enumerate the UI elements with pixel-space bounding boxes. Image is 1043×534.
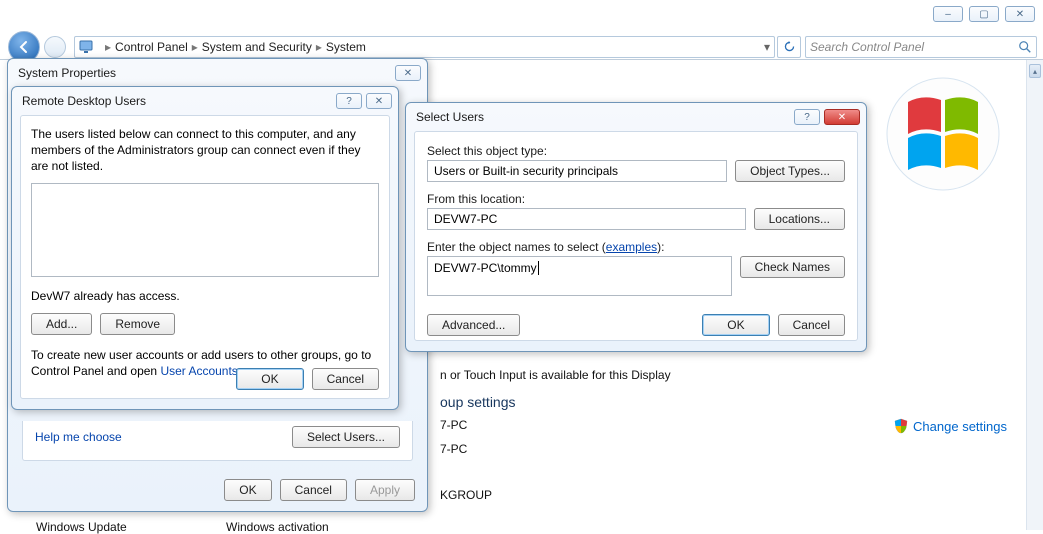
object-names-input[interactable]: DEVW7-PC\tommy — [427, 256, 732, 296]
check-names-button[interactable]: Check Names — [740, 256, 845, 278]
group-settings-heading: oup settings — [440, 394, 516, 410]
text-cursor — [538, 261, 539, 275]
titlebar[interactable]: Select Users ? ✕ — [406, 103, 866, 131]
select-users-dialog: Select Users ? ✕ Select this object type… — [405, 102, 867, 352]
locations-button[interactable]: Locations... — [754, 208, 845, 230]
close-icon[interactable]: ✕ — [366, 93, 392, 109]
change-settings-link[interactable]: Change settings — [893, 418, 1007, 434]
refresh-icon — [783, 40, 796, 53]
cancel-button[interactable]: Cancel — [778, 314, 845, 336]
user-accounts-link[interactable]: User Accounts — [160, 364, 237, 378]
close-icon[interactable]: ✕ — [824, 109, 860, 125]
object-type-label: Select this object type: — [427, 144, 845, 158]
titlebar[interactable]: System Properties ✕ — [8, 59, 427, 87]
arrow-left-icon — [17, 40, 31, 54]
computer-name-value: 7-PC — [440, 418, 467, 432]
forward-button[interactable] — [44, 36, 66, 58]
names-label: Enter the object names to select (exampl… — [427, 240, 845, 254]
add-button[interactable]: Add... — [31, 313, 92, 335]
dialog-title: System Properties — [18, 66, 395, 80]
maximize-button[interactable]: ▢ — [969, 6, 999, 22]
users-listbox[interactable] — [31, 183, 379, 277]
search-icon — [1018, 40, 1032, 54]
full-computer-name-value: 7-PC — [440, 442, 467, 456]
workgroup-value: KGROUP — [440, 488, 492, 502]
scrollbar[interactable]: ▴ — [1026, 60, 1043, 530]
shield-icon — [893, 418, 909, 434]
close-icon[interactable]: ✕ — [395, 65, 421, 81]
access-line: DevW7 already has access. — [31, 289, 379, 303]
touch-info-text: n or Touch Input is available for this D… — [440, 368, 671, 382]
location-field[interactable]: DEVW7-PC — [427, 208, 746, 230]
ok-button[interactable]: OK — [224, 479, 271, 501]
crumb-item[interactable]: Control Panel — [115, 40, 188, 54]
search-placeholder: Search Control Panel — [810, 40, 924, 54]
crumb-item[interactable]: System — [326, 40, 366, 54]
advanced-button[interactable]: Advanced... — [427, 314, 520, 336]
monitor-icon — [79, 40, 95, 54]
cancel-button[interactable]: Cancel — [280, 479, 347, 501]
dialog-title: Select Users — [416, 110, 794, 124]
crumb-item[interactable]: System and Security — [202, 40, 312, 54]
refresh-button[interactable] — [777, 36, 801, 58]
rdu-description: The users listed below can connect to th… — [31, 126, 379, 175]
chevron-down-icon[interactable]: ▾ — [764, 40, 770, 54]
location-label: From this location: — [427, 192, 845, 206]
object-type-field[interactable]: Users or Built-in security principals — [427, 160, 727, 182]
sidebar-link-windows-update[interactable]: Windows Update — [36, 520, 127, 534]
search-input[interactable]: Search Control Panel — [805, 36, 1037, 58]
ok-button[interactable]: OK — [236, 368, 303, 390]
close-button[interactable]: ✕ — [1005, 6, 1035, 22]
minimize-button[interactable]: – — [933, 6, 963, 22]
select-users-button[interactable]: Select Users... — [292, 426, 400, 448]
sidebar-link-windows-activation[interactable]: Windows activation — [226, 520, 329, 534]
remove-button[interactable]: Remove — [100, 313, 175, 335]
examples-link[interactable]: examples — [606, 240, 657, 254]
ok-button[interactable]: OK — [702, 314, 769, 336]
apply-button[interactable]: Apply — [355, 479, 415, 501]
windows-logo-icon — [883, 74, 1003, 194]
breadcrumb[interactable]: ▸ Control Panel ▸ System and Security ▸ … — [74, 36, 775, 58]
scroll-up-button[interactable]: ▴ — [1029, 64, 1041, 78]
window-controls: – ▢ ✕ — [933, 6, 1035, 22]
help-button[interactable]: ? — [336, 93, 362, 109]
remote-desktop-users-dialog: Remote Desktop Users ? ✕ The users liste… — [11, 86, 399, 410]
cancel-button[interactable]: Cancel — [312, 368, 379, 390]
help-button[interactable]: ? — [794, 109, 820, 125]
object-types-button[interactable]: Object Types... — [735, 160, 845, 182]
titlebar[interactable]: Remote Desktop Users ? ✕ — [12, 87, 398, 115]
dialog-title: Remote Desktop Users — [22, 94, 336, 108]
help-me-choose-link[interactable]: Help me choose — [35, 430, 122, 444]
